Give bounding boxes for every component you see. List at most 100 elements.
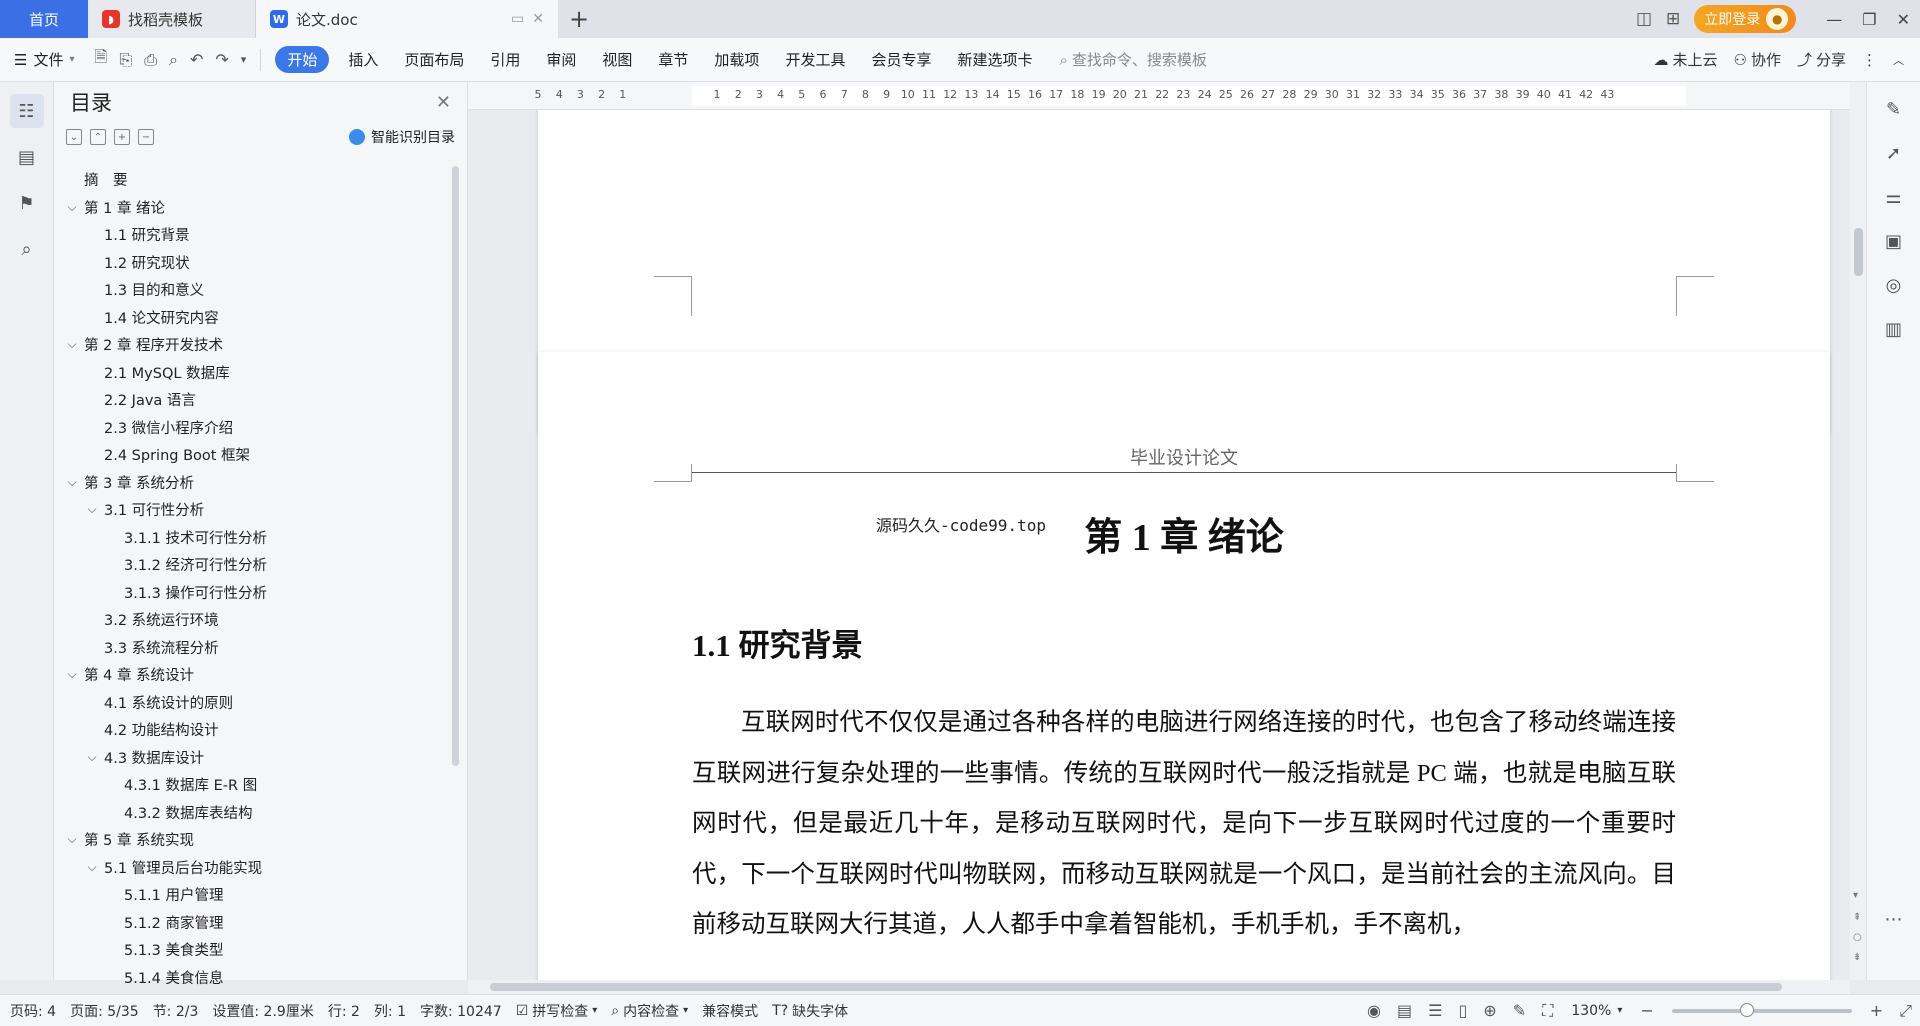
chevron-down-icon[interactable]: ⌵ (64, 200, 80, 215)
toc-item[interactable]: ⌵ 第 1 章 绪论 (54, 194, 454, 222)
toc-item[interactable]: ⌵ 第 3 章 系统分析 (54, 469, 454, 497)
page-view-icon[interactable]: ▤ (1397, 1001, 1412, 1020)
reader-icon[interactable]: ▥ (1879, 314, 1909, 344)
outline-view-icon[interactable]: ☰ (1428, 1001, 1442, 1020)
toc-item[interactable]: 4.3.1 数据库 E-R 图 (54, 771, 454, 799)
toc-item[interactable]: ⌵ 第 4 章 系统设计 (54, 661, 454, 689)
tab-view[interactable]: 视图 (602, 49, 632, 70)
hscroll-thumb[interactable] (490, 983, 1782, 991)
close-icon[interactable]: ✕ (436, 92, 451, 113)
toc-icon[interactable]: ☷ (9, 94, 44, 128)
toc-item[interactable]: 3.3 系统流程分析 (54, 634, 454, 662)
tab-home[interactable]: 首页 (0, 0, 88, 38)
chevron-down-icon[interactable]: ⌵ (64, 667, 80, 682)
toc-item[interactable]: 5.1.3 美食类型 (54, 936, 454, 964)
toc-scrollbar[interactable] (452, 166, 459, 766)
toc-item[interactable]: ⌵ 4.3 数据库设计 (54, 744, 454, 772)
command-search[interactable]: ⌕ 查找命令、搜索模板 (1059, 49, 1206, 70)
zoom-in-icon[interactable]: + (1870, 1001, 1883, 1020)
status-words[interactable]: 字数: 10247 (420, 1001, 502, 1021)
folder-icon[interactable]: ▤ (10, 140, 44, 174)
login-button[interactable]: 立即登录 ● (1694, 5, 1797, 33)
chevron-down-icon[interactable]: ⌵ (84, 860, 100, 875)
status-page[interactable]: 页码: 4 (10, 1001, 56, 1021)
tab-review[interactable]: 审阅 (546, 49, 576, 70)
ruler[interactable]: 5 4 3 2 1 1 2 3 4 5 6 7 8 9 10 11 12 13 14 15 16 17 18 19 20 21 22… (468, 82, 1850, 110)
status-pages[interactable]: 页面: 5/35 (70, 1001, 139, 1021)
web-view-icon[interactable]: ⊕ (1483, 1001, 1496, 1020)
toc-item[interactable]: 3.2 系统运行环境 (54, 606, 454, 634)
tab-page-layout[interactable]: 页面布局 (404, 49, 464, 70)
zoom-select[interactable]: 130% ▾ (1571, 1003, 1622, 1019)
screen-icon[interactable]: ▭ (511, 11, 524, 27)
horizontal-scrollbar[interactable] (468, 980, 1850, 994)
toc-item[interactable]: 4.3.2 数据库表结构 (54, 799, 454, 827)
image-icon[interactable]: ▣ (1879, 226, 1909, 256)
write-view-icon[interactable]: ✎ (1513, 1001, 1526, 1020)
close-tab-icon[interactable]: ✕ (532, 11, 544, 27)
smart-toc-button[interactable]: 智能识别目录 (349, 127, 455, 147)
minimize-icon[interactable]: — (1826, 10, 1842, 29)
tab-insert[interactable]: 插入 (348, 49, 378, 70)
tab-document[interactable]: W 论文.doc ▭ ✕ (256, 0, 558, 38)
toc-item[interactable]: 1.4 论文研究内容 (54, 304, 454, 332)
remove-item-icon[interactable]: − (138, 129, 154, 145)
document-canvas[interactable]: 毕业设计论文 源码久久-code99.top 第 1 章 绪论 1.1 研究背景… (468, 110, 1850, 980)
status-section[interactable]: 节: 2/3 (153, 1001, 199, 1021)
status-row[interactable]: 行: 2 (328, 1001, 360, 1021)
new-tab-button[interactable]: + (558, 0, 600, 38)
backup-icon[interactable]: ◎ (1879, 270, 1909, 300)
tab-template[interactable]: ◗ 找稻壳模板 (88, 0, 256, 38)
close-window-icon[interactable]: ✕ (1897, 10, 1910, 29)
content-check-button[interactable]: ⌕ 内容检查 ▾ (611, 1001, 688, 1021)
toc-item[interactable]: 5.1.2 商家管理 (54, 909, 454, 937)
chevron-down-icon[interactable]: ⌵ (84, 750, 100, 765)
toc-item[interactable]: 4.2 功能结构设计 (54, 716, 454, 744)
toc-item[interactable]: 3.1.2 经济可行性分析 (54, 551, 454, 579)
toc-item[interactable]: ⌵ 3.1 可行性分析 (54, 496, 454, 524)
tab-addins[interactable]: 加载项 (714, 49, 759, 70)
tab-start[interactable]: 开始 (275, 46, 330, 73)
apps-grid-icon[interactable]: ⊞ (1666, 9, 1680, 29)
undo-icon[interactable]: ↶ (190, 50, 203, 69)
more-icon[interactable]: ▾ (241, 53, 247, 66)
tab-chapter[interactable]: 章节 (658, 49, 688, 70)
zoom-slider-knob[interactable] (1740, 1002, 1755, 1017)
adjust-icon[interactable]: ⚌ (1879, 182, 1909, 212)
toc-item[interactable]: 2.4 Spring Boot 框架 (54, 441, 454, 469)
toc-item[interactable]: 5.1.4 美食信息 (54, 964, 454, 992)
collab-button[interactable]: ⚇ 协作 (1734, 49, 1781, 70)
chevron-down-icon[interactable]: ⌵ (84, 502, 100, 517)
toc-item[interactable]: 3.1.3 操作可行性分析 (54, 579, 454, 607)
prev-page-icon[interactable]: ⇞ (1853, 912, 1861, 923)
share-button[interactable]: ⤴ 分享 (1797, 49, 1846, 70)
scroll-thumb[interactable] (1854, 228, 1863, 276)
file-menu[interactable]: ☰ 文件 ▾ (14, 49, 75, 70)
tab-member[interactable]: 会员专享 (871, 49, 931, 70)
scroll-down-icon[interactable]: ▾ (1853, 890, 1858, 901)
chevron-down-icon[interactable]: ⌵ (64, 475, 80, 490)
chevron-down-icon[interactable]: ⌵ (64, 337, 80, 352)
toc-item[interactable]: 摘 要 (54, 166, 454, 194)
fit-page-icon[interactable]: ⛶ (1542, 1001, 1553, 1021)
toc-item[interactable]: ⌵ 第 5 章 系统实现 (54, 826, 454, 854)
zoom-out-icon[interactable]: − (1640, 1001, 1653, 1020)
fullscreen-icon[interactable]: ⤢ (1899, 1001, 1912, 1021)
pointer-icon[interactable]: ➚ (1879, 138, 1909, 168)
bookmark-icon[interactable]: ⚑ (10, 186, 44, 220)
status-setting[interactable]: 设置值: 2.9厘米 (212, 1001, 313, 1021)
tab-developer[interactable]: 开发工具 (785, 49, 845, 70)
toc-item[interactable]: 2.1 MySQL 数据库 (54, 359, 454, 387)
toc-item[interactable]: 4.1 系统设计的原则 (54, 689, 454, 717)
toc-item[interactable]: 1.3 目的和意义 (54, 276, 454, 304)
missing-font-button[interactable]: T? 缺失字体 (772, 1001, 848, 1021)
add-item-icon[interactable]: + (114, 129, 130, 145)
save-icon[interactable]: 🗎 (95, 46, 108, 73)
restore-icon[interactable]: ❐ (1862, 10, 1876, 29)
redo-icon[interactable]: ↷ (215, 50, 228, 69)
expand-all-icon[interactable]: ⌄ (66, 129, 82, 145)
toc-item[interactable]: ⌵ 5.1 管理员后台功能实现 (54, 854, 454, 882)
toc-item[interactable]: 3.1.1 技术可行性分析 (54, 524, 454, 552)
pen-icon[interactable]: ✎ (1879, 94, 1909, 124)
toc-item[interactable]: 1.2 研究现状 (54, 249, 454, 277)
